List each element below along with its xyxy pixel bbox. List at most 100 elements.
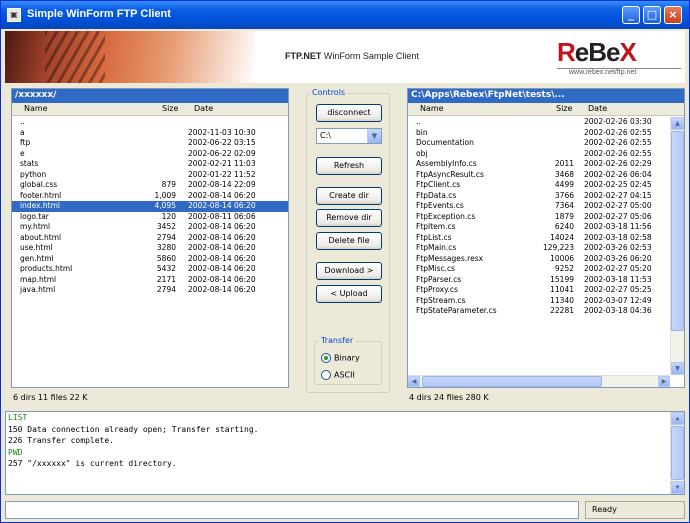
scroll-down-icon[interactable]: ▼ <box>671 481 684 494</box>
chevron-down-icon[interactable]: ▼ <box>367 129 381 143</box>
refresh-button[interactable]: Refresh <box>316 157 382 175</box>
file-date: 2002-08-11 06:06 <box>188 211 256 221</box>
file-row[interactable]: gen.html 5860 2002-08-14 06:20 <box>12 254 288 265</box>
file-row[interactable]: .. 2002-02-26 03:30 <box>408 117 684 128</box>
file-date: 2002-02-26 02:29 <box>584 159 652 168</box>
rebex-logo: ReBeX www.rebex.net/ftp.net <box>557 37 681 77</box>
file-size: 11041 <box>550 285 574 294</box>
file-row[interactable]: my.html 3452 2002-08-14 06:20 <box>12 222 288 233</box>
file-row[interactable]: .. <box>12 117 288 128</box>
scroll-up-icon[interactable]: ▲ <box>671 412 684 425</box>
log-response-line: 257 "/xxxxxx" is current directory. <box>8 459 177 468</box>
create-dir-button[interactable]: Create dir <box>316 187 382 205</box>
file-row[interactable]: FtpProxy.cs 11041 2002-02-27 05:25 <box>408 285 684 296</box>
file-row[interactable]: stats 2002-02-21 11:03 <box>12 159 288 170</box>
title-bar[interactable]: ▣ Simple WinForm FTP Client _ □ × <box>1 1 689 29</box>
scroll-right-icon[interactable]: ▶ <box>658 376 670 387</box>
banner-product: FTP.NET <box>285 51 322 61</box>
file-name: my.html <box>20 222 51 231</box>
file-row[interactable]: FtpClient.cs 4499 2002-02-25 02:45 <box>408 180 684 191</box>
file-date: 2002-08-14 06:20 <box>188 201 256 210</box>
upload-button[interactable]: < Upload <box>316 285 382 303</box>
file-row[interactable]: e 2002-06-22 02:09 <box>12 149 288 160</box>
file-row[interactable]: java.html 2794 2002-08-14 06:20 <box>12 285 288 296</box>
file-name: FtpException.cs <box>416 211 476 221</box>
file-row[interactable]: products.html 5432 2002-08-14 06:20 <box>12 264 288 275</box>
file-row[interactable]: index.html 4,095 2002-08-14 06:20 <box>12 201 288 212</box>
scroll-left-icon[interactable]: ◀ <box>408 376 420 387</box>
column-date-header[interactable]: Date <box>194 104 213 113</box>
file-row[interactable]: FtpStream.cs 11340 2002-03-07 12:49 <box>408 296 684 307</box>
remove-dir-button[interactable]: Remove dir <box>316 209 382 227</box>
file-date: 2002-02-25 02:45 <box>584 180 652 189</box>
remote-vertical-scrollbar[interactable]: ▲ ▼ <box>670 117 684 375</box>
scroll-thumb[interactable] <box>671 131 684 331</box>
column-date-header[interactable]: Date <box>588 104 607 113</box>
remote-path: C:\Apps\Rebex\FtpNet\tests\... <box>408 89 684 103</box>
file-name: FtpProxy.cs <box>416 285 458 294</box>
remote-horizontal-scrollbar[interactable]: ◀ ▶ <box>408 375 670 387</box>
file-size: 3280 <box>156 243 176 252</box>
file-row[interactable]: footer.html 1,009 2002-08-14 06:20 <box>12 191 288 202</box>
file-row[interactable]: a 2002-11-03 10:30 <box>12 128 288 139</box>
file-size: 4499 <box>554 180 574 189</box>
local-file-list[interactable]: .. a 2002-11-03 10:30 ftp 2002-06-22 03:15 e 2… <box>12 117 288 296</box>
ftp-client-window: ▣ Simple WinForm FTP Client _ □ × FTP.NE… <box>0 0 690 523</box>
file-row[interactable]: FtpParser.cs 15199 2002-03-18 11:53 <box>408 275 684 286</box>
file-row[interactable]: AssemblyInfo.cs 2011 2002-02-26 02:29 <box>408 159 684 170</box>
scroll-thumb[interactable] <box>671 426 684 480</box>
file-row[interactable]: bin 2002-02-26 02:55 <box>408 128 684 139</box>
remote-file-list[interactable]: .. 2002-02-26 03:30 bin 2002-02-26 02:55 Doc… <box>408 117 684 317</box>
file-date: 2002-08-14 06:20 <box>188 232 256 242</box>
file-row[interactable]: FtpEvents.cs 7364 2002-02-27 05:00 <box>408 201 684 212</box>
file-row[interactable]: FtpData.cs 3766 2002-02-27 04:15 <box>408 191 684 202</box>
command-input[interactable] <box>5 501 579 519</box>
file-date: 2002-02-27 05:25 <box>584 285 652 294</box>
file-name: .. <box>20 117 25 126</box>
file-date: 2002-02-27 04:15 <box>584 190 652 200</box>
file-row[interactable]: ftp 2002-06-22 03:15 <box>12 138 288 149</box>
file-row[interactable]: map.html 2171 2002-08-14 06:20 <box>12 275 288 286</box>
close-button[interactable]: × <box>664 6 682 24</box>
file-row[interactable]: FtpAsyncResult.cs 3468 2002-02-26 06:04 <box>408 170 684 181</box>
column-name-header[interactable]: Name <box>24 104 48 113</box>
minimize-button[interactable]: _ <box>622 6 640 24</box>
file-date: 2002-02-26 06:04 <box>584 169 652 179</box>
file-row[interactable]: FtpException.cs 1879 2002-02-27 05:06 <box>408 212 684 223</box>
file-name: logo.tar <box>20 211 49 221</box>
file-row[interactable]: logo.tar 120 2002-08-11 06:06 <box>12 212 288 223</box>
file-row[interactable]: FtpItem.cs 6240 2002-03-18 11:56 <box>408 222 684 233</box>
scroll-up-icon[interactable]: ▲ <box>671 117 684 130</box>
remote-list-header: Name Size Date <box>408 103 684 116</box>
binary-radio[interactable]: Binary <box>321 353 360 363</box>
file-row[interactable]: FtpMisc.cs 9252 2002-02-27 05:20 <box>408 264 684 275</box>
column-size-header[interactable]: Size <box>556 104 572 113</box>
scroll-down-icon[interactable]: ▼ <box>671 362 684 375</box>
column-size-header[interactable]: Size <box>162 104 178 113</box>
file-row[interactable]: python 2002-01-22 11:52 <box>12 170 288 181</box>
file-date: 2002-03-07 12:49 <box>584 295 652 305</box>
column-name-header[interactable]: Name <box>420 104 444 113</box>
download-button[interactable]: Download > <box>316 262 382 280</box>
drive-select[interactable]: C:\ ▼ <box>316 128 382 144</box>
log-vertical-scrollbar[interactable]: ▲ ▼ <box>670 412 684 494</box>
file-row[interactable]: about.html 2794 2002-08-14 06:20 <box>12 233 288 244</box>
file-row[interactable]: use.html 3280 2002-08-14 06:20 <box>12 243 288 254</box>
file-name: FtpClient.cs <box>416 180 461 189</box>
maximize-button[interactable]: □ <box>643 6 661 24</box>
delete-file-button[interactable]: Delete file <box>316 232 382 250</box>
banner-caption: FTP.NET WinForm Sample Client <box>285 51 419 61</box>
local-list-header: Name Size Date <box>12 103 288 116</box>
file-row[interactable]: FtpMessages.resx 10006 2002-03-26 06:20 <box>408 254 684 265</box>
file-row[interactable]: global.css 879 2002-08-14 22:09 <box>12 180 288 191</box>
file-row[interactable]: obj 2002-02-26 02:55 <box>408 149 684 160</box>
scroll-thumb[interactable] <box>422 376 602 387</box>
file-size: 2011 <box>554 159 574 168</box>
ascii-radio[interactable]: ASCII <box>321 370 355 380</box>
disconnect-button[interactable]: disconnect <box>316 104 382 122</box>
controls-label: Controls <box>310 88 348 97</box>
file-row[interactable]: FtpList.cs 14024 2002-03-18 02:58 <box>408 233 684 244</box>
file-row[interactable]: Documentation 2002-02-26 02:55 <box>408 138 684 149</box>
file-row[interactable]: FtpMain.cs 129,223 2002-03-26 02:53 <box>408 243 684 254</box>
file-row[interactable]: FtpStateParameter.cs 22281 2002-03-18 04:3… <box>408 306 684 317</box>
